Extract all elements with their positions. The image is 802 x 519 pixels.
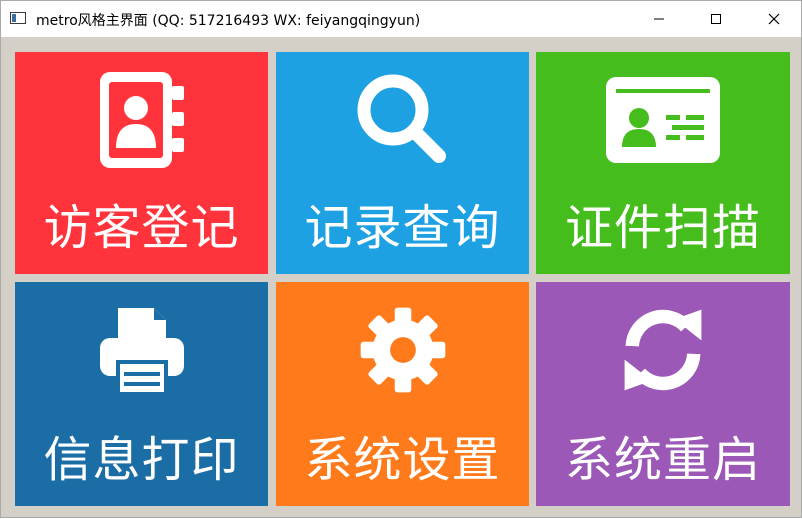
- tile-label: 证件扫描: [564, 200, 761, 256]
- tile-label: 记录查询: [304, 200, 501, 256]
- main-window: metro风格主界面 (QQ: 517216493 WX: feiyangqin…: [0, 0, 802, 518]
- printer-icon: [99, 308, 184, 396]
- maximize-button[interactable]: [693, 1, 739, 37]
- tile-label: 系统重启: [564, 432, 761, 488]
- refresh-icon: [624, 309, 702, 391]
- address-book-icon: [99, 72, 184, 168]
- gear-icon: [360, 307, 445, 393]
- window-title: metro风格主界面 (QQ: 517216493 WX: feiyangqin…: [36, 13, 421, 29]
- id-card-icon: [606, 77, 720, 163]
- tile-record-query[interactable]: 记录查询: [276, 52, 529, 274]
- title-bar[interactable]: metro风格主界面 (QQ: 517216493 WX: feiyangqin…: [1, 1, 801, 37]
- tile-label: 信息打印: [43, 432, 240, 488]
- tile-id-scan[interactable]: 证件扫描: [536, 52, 790, 274]
- tile-visitor-registration[interactable]: 访客登记: [15, 52, 268, 274]
- tile-grid: 访客登记 记录查询 证件扫描 信息打印 系统设置 系统重启: [1, 37, 802, 519]
- tile-label: 系统设置: [304, 432, 501, 488]
- tile-system-restart[interactable]: 系统重启: [536, 282, 790, 506]
- minimize-icon: [654, 18, 664, 20]
- close-button[interactable]: [751, 1, 797, 37]
- tile-system-settings[interactable]: 系统设置: [276, 282, 529, 506]
- tile-label: 访客登记: [43, 200, 240, 256]
- tile-info-print[interactable]: 信息打印: [15, 282, 268, 506]
- maximize-icon: [711, 14, 721, 24]
- close-icon: [768, 13, 780, 25]
- app-icon: [10, 12, 26, 24]
- search-icon: [357, 74, 446, 163]
- minimize-button[interactable]: [636, 1, 682, 37]
